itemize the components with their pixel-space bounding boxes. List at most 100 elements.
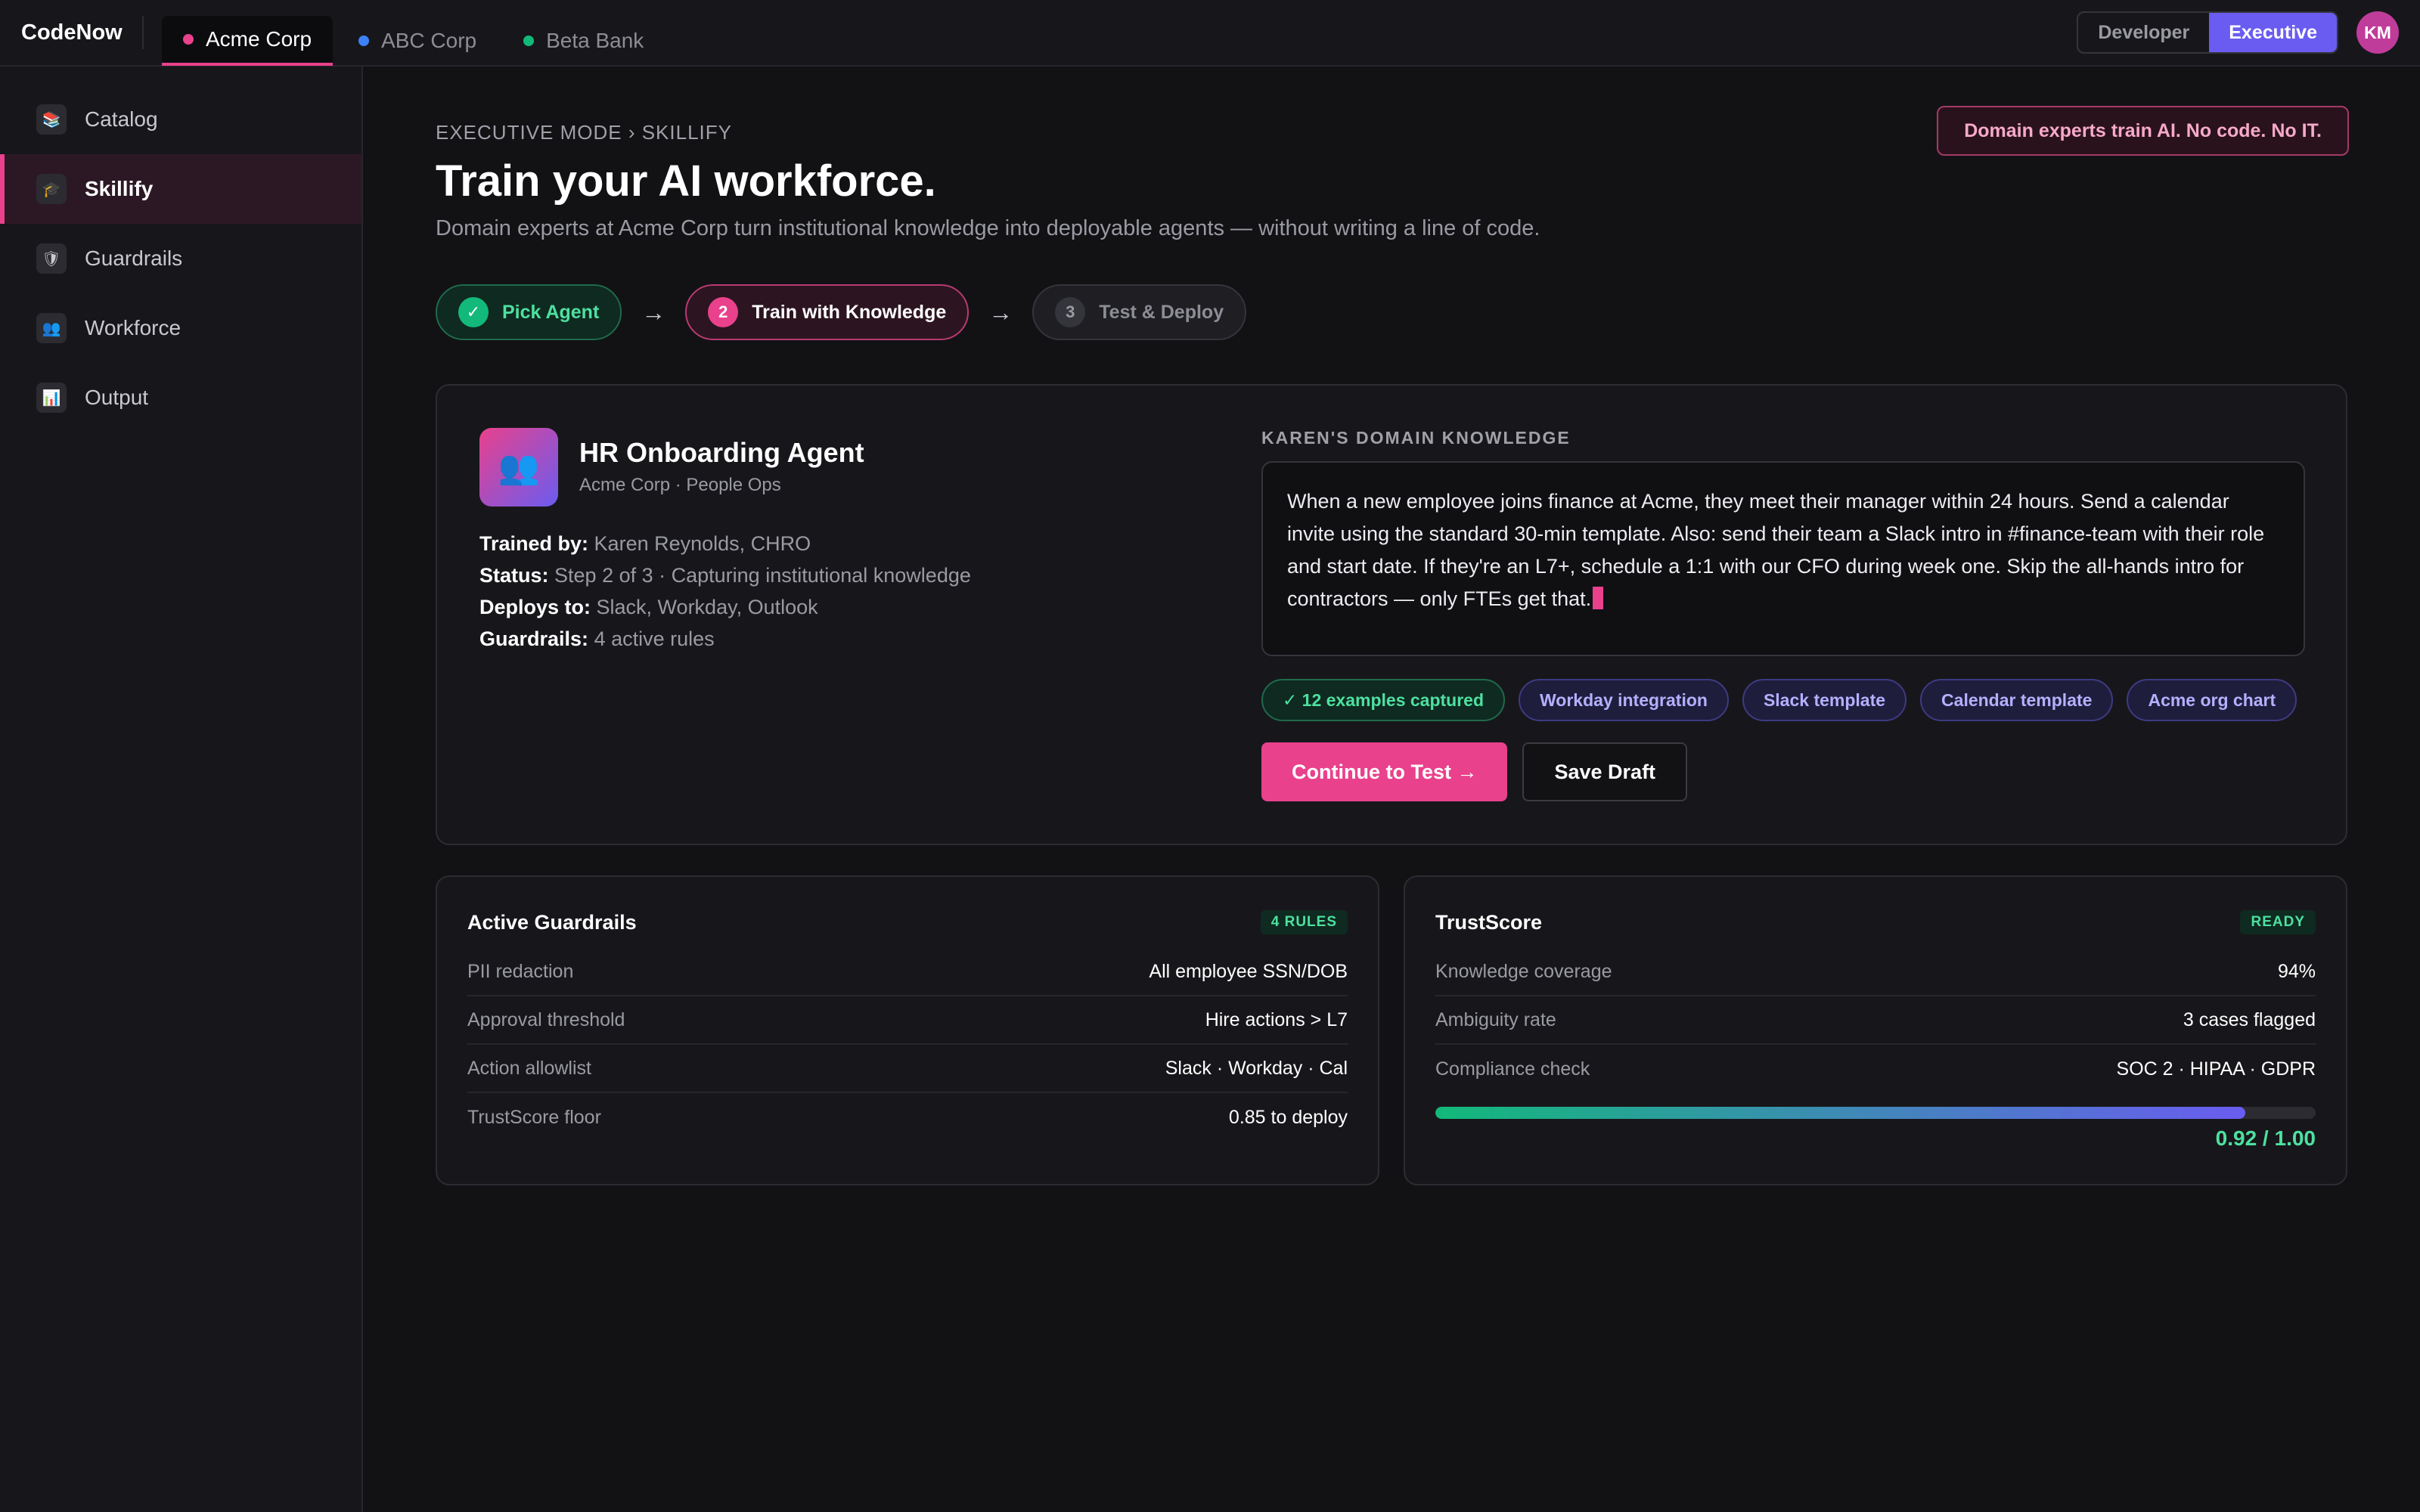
agent-name: HR Onboarding Agent xyxy=(579,437,864,468)
books-icon: 📚 xyxy=(36,104,67,135)
arrow-right-icon: → xyxy=(988,298,1013,326)
row-value: 94% xyxy=(2277,960,2316,982)
people-icon: 👥 xyxy=(36,313,67,343)
meta-guardrails: Guardrails: 4 active rules xyxy=(479,623,971,655)
sidebar-item-catalog[interactable]: 📚 Catalog xyxy=(0,85,361,154)
tenant-tab[interactable]: ABC Corp xyxy=(337,16,498,66)
tenant-tabs: Acme Corp ABC Corp Beta Bank xyxy=(162,0,669,66)
row-value: Slack · Workday · Cal xyxy=(1165,1057,1348,1079)
guardrail-rows: PII redaction All employee SSN/DOB Approva… xyxy=(467,948,1348,1142)
avatar[interactable]: KM xyxy=(2356,11,2399,54)
table-row: TrustScore floor 0.85 to deploy xyxy=(467,1093,1348,1142)
status-dot-icon xyxy=(358,36,370,46)
sidebar-item-skillify[interactable]: 🎓 Skillify xyxy=(0,154,361,224)
app-logo[interactable]: CodeNow xyxy=(21,20,142,45)
step-label: Pick Agent xyxy=(502,301,600,323)
table-row: Ambiguity rate 3 cases flagged xyxy=(1435,996,2316,1045)
row-key: Action allowlist xyxy=(467,1057,591,1079)
trustscore-bar xyxy=(1435,1107,2316,1119)
knowledge-chip[interactable]: ✓ 12 examples captured xyxy=(1261,679,1506,721)
sidebar-item-workforce[interactable]: 👥 Workforce xyxy=(0,293,361,363)
text-cursor xyxy=(1593,587,1604,609)
tenant-tab[interactable]: Beta Bank xyxy=(502,16,665,66)
row-key: PII redaction xyxy=(467,960,574,982)
ready-badge: READY xyxy=(2240,910,2316,934)
panel-title: Active Guardrails xyxy=(467,910,637,934)
mode-developer-button[interactable]: Developer xyxy=(2078,13,2209,52)
row-key: TrustScore floor xyxy=(467,1106,601,1128)
meta-status: Status: Step 2 of 3 · Capturing institut… xyxy=(479,559,971,591)
step-1[interactable]: ✓ Pick Agent xyxy=(436,284,622,340)
meta-value: Karen Reynolds, CHRO xyxy=(594,532,811,555)
save-draft-button[interactable]: Save Draft xyxy=(1522,742,1688,801)
table-row: Action allowlist Slack · Workday · Cal xyxy=(467,1045,1348,1093)
panel-header: TrustScore READY xyxy=(1435,907,2316,937)
arrow-right-icon: → xyxy=(641,298,666,326)
step-3[interactable]: 3 Test & Deploy xyxy=(1032,284,1247,340)
meta-label: Deploys to: xyxy=(479,596,591,618)
graduation-cap-icon: 🎓 xyxy=(36,174,67,204)
meta-deploys: Deploys to: Slack, Workday, Outlook xyxy=(479,591,971,623)
training-card: 👥 HR Onboarding Agent Acme Corp · People… xyxy=(436,384,2347,845)
continue-to-test-button[interactable]: Continue to Test → xyxy=(1261,742,1508,801)
sidebar-item-output[interactable]: 📊 Output xyxy=(0,363,361,432)
sidebar-item-guardrails[interactable]: 🛡 Guardrails xyxy=(0,224,361,293)
meta-value: 4 active rules xyxy=(594,627,715,650)
knowledge-input[interactable]: When a new employee joins finance at Acm… xyxy=(1261,461,2305,656)
row-value: 3 cases flagged xyxy=(2183,1009,2316,1030)
check-icon: ✓ xyxy=(458,297,489,327)
row-key: Knowledge coverage xyxy=(1435,960,1612,982)
meta-label: Trained by: xyxy=(479,532,589,555)
knowledge-chip[interactable]: Workday integration xyxy=(1519,679,1729,721)
row-value: All employee SSN/DOB xyxy=(1149,960,1348,982)
sidebar-item-label: Catalog xyxy=(85,107,158,131)
table-row: Knowledge coverage 94% xyxy=(1435,948,2316,996)
stepper: ✓ Pick Agent → 2 Train with Knowledge → 3 Test … xyxy=(436,284,1247,340)
knowledge-text: When a new employee joins finance at Acm… xyxy=(1287,490,2265,610)
row-value: 0.85 to deploy xyxy=(1228,1106,1348,1128)
sidebar-item-label: Skillify xyxy=(85,177,154,200)
tenant-label: ABC Corp xyxy=(381,29,477,52)
step-label: Test & Deploy xyxy=(1099,301,1224,323)
rules-badge: 4 RULES xyxy=(1260,910,1348,934)
sidebar-item-label: Guardrails xyxy=(85,246,183,270)
shield-icon: 🛡 xyxy=(36,243,67,274)
sidebar-item-label: Output xyxy=(85,386,149,409)
guardrails-panel: Active Guardrails 4 RULES PII redaction A… xyxy=(436,875,1379,1185)
top-bar: CodeNow Acme Corp ABC Corp Beta Bank Devel… xyxy=(0,0,2420,67)
meta-label: Status: xyxy=(479,564,549,587)
meta-value: Step 2 of 3 · Capturing institutional kn… xyxy=(554,564,971,587)
tenant-label: Acme Corp xyxy=(206,27,312,51)
page-title: Train your AI workforce. xyxy=(436,156,936,206)
chart-icon: 📊 xyxy=(36,383,67,413)
sidebar: 📚 Catalog 🎓 Skillify 🛡 Guardrails 👥 Workforce 📊 O… xyxy=(0,67,363,1512)
knowledge-chip[interactable]: Calendar template xyxy=(1920,679,2114,721)
trust-rows: Knowledge coverage 94% Ambiguity rate 3 cas… xyxy=(1435,948,2316,1093)
card-actions: Continue to Test → Save Draft xyxy=(1261,742,1688,801)
trustscore-panel: TrustScore READY Knowledge coverage 94% Am… xyxy=(1404,875,2347,1185)
agent-org: Acme Corp · People Ops xyxy=(579,475,781,495)
knowledge-chips: ✓ 12 examples captured Workday integratio… xyxy=(1261,679,2310,721)
row-key: Approval threshold xyxy=(467,1009,625,1030)
table-row: Approval threshold Hire actions > L7 xyxy=(467,996,1348,1045)
trustscore-bar-fill xyxy=(1435,1107,2245,1119)
step-number: 3 xyxy=(1055,297,1086,327)
divider xyxy=(142,16,144,49)
knowledge-chip[interactable]: Slack template xyxy=(1742,679,1907,721)
row-value: Hire actions > L7 xyxy=(1205,1009,1348,1030)
info-banner: Domain experts train AI. No code. No IT. xyxy=(1937,106,2349,156)
tenant-label: Beta Bank xyxy=(546,29,644,52)
agent-meta: Trained by: Karen Reynolds, CHRO Status:… xyxy=(479,528,971,655)
meta-value: Slack, Workday, Outlook xyxy=(596,596,818,618)
step-2[interactable]: 2 Train with Knowledge xyxy=(685,284,970,340)
trustscore-value: 0.92 / 1.00 xyxy=(2215,1126,2316,1150)
table-row: PII redaction All employee SSN/DOB xyxy=(467,948,1348,996)
sidebar-item-label: Workforce xyxy=(85,316,182,339)
tenant-tab[interactable]: Acme Corp xyxy=(162,16,334,66)
mode-toggle: Developer Executive xyxy=(2077,11,2338,54)
meta-label: Guardrails: xyxy=(479,627,589,650)
status-dot-icon xyxy=(183,34,194,45)
knowledge-chip[interactable]: Acme org chart xyxy=(2127,679,2297,721)
knowledge-label: KAREN'S DOMAIN KNOWLEDGE xyxy=(1261,428,1571,448)
mode-executive-button[interactable]: Executive xyxy=(2209,13,2337,52)
